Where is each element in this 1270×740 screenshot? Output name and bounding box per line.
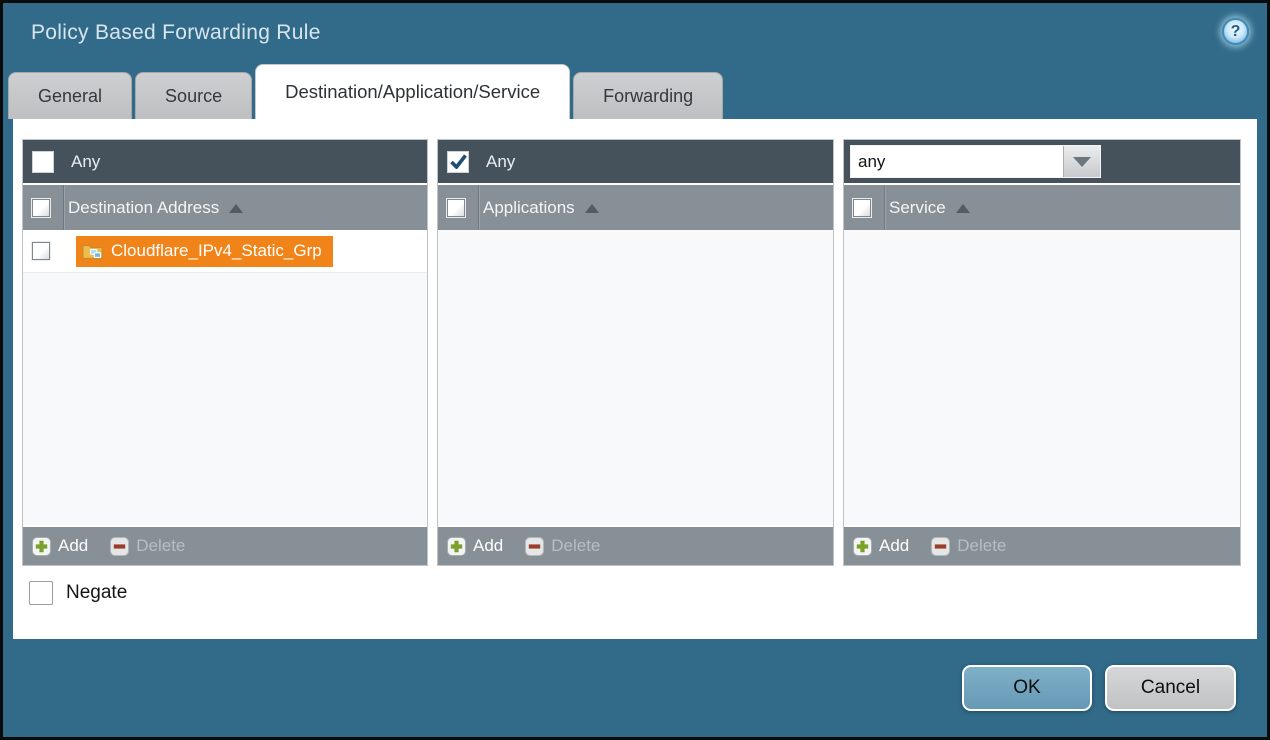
applications-any-checkbox[interactable] [447, 151, 469, 173]
destination-select-all-checkbox[interactable] [32, 199, 50, 217]
destination-address-column: Any Destination Address [22, 139, 428, 566]
screen: Policy Based Forwarding Rule ? General S… [0, 0, 1270, 740]
minus-icon [525, 537, 544, 556]
destination-add-button[interactable]: Add [32, 536, 88, 556]
minus-icon [931, 537, 950, 556]
dialog-title: Policy Based Forwarding Rule [31, 21, 321, 45]
service-column: Service Add [843, 139, 1241, 566]
applications-header-label: Applications [483, 198, 575, 218]
tab-source[interactable]: Source [135, 72, 252, 119]
add-label: Add [58, 536, 88, 556]
cancel-button[interactable]: Cancel [1105, 665, 1236, 711]
delete-label: Delete [957, 536, 1006, 556]
applications-column: Any Applications [437, 139, 834, 566]
tab-bar: General Source Destination/Application/S… [3, 63, 1267, 119]
service-column-header[interactable]: Service [844, 185, 1240, 230]
service-header-label: Service [889, 198, 946, 218]
chevron-down-icon [1073, 157, 1091, 167]
destination-row[interactable]: Cloudflare_IPv4_Static_Grp [23, 230, 427, 273]
plus-icon [853, 537, 872, 556]
selected-address-label: Cloudflare_IPv4_Static_Grp [111, 241, 322, 261]
address-group-icon [82, 243, 103, 260]
service-dropdown-button[interactable] [1063, 146, 1100, 177]
plus-icon [32, 537, 51, 556]
help-icon[interactable]: ? [1222, 18, 1249, 45]
tab-content-panel: Any Destination Address [13, 119, 1257, 639]
header-divider [884, 185, 885, 230]
applications-any-label: Any [486, 152, 515, 172]
destination-any-label: Any [71, 152, 100, 172]
destination-column-header[interactable]: Destination Address [23, 185, 427, 230]
checkmark-icon [450, 154, 467, 169]
tab-destination-application-service[interactable]: Destination/Application/Service [255, 64, 570, 119]
pbf-rule-dialog: Policy Based Forwarding Rule ? General S… [3, 3, 1267, 737]
applications-add-button[interactable]: Add [447, 536, 503, 556]
sort-ascending-icon [585, 204, 599, 213]
header-divider [478, 185, 479, 230]
applications-list [438, 230, 833, 525]
destination-any-checkbox[interactable] [32, 151, 54, 173]
negate-option: Negate [29, 581, 127, 605]
minus-icon [110, 537, 129, 556]
destination-header-label: Destination Address [68, 198, 219, 218]
destination-delete-button[interactable]: Delete [110, 536, 185, 556]
applications-footer-bar: Add Delete [438, 525, 833, 565]
destination-row-checkbox[interactable] [32, 242, 50, 260]
dialog-footer: OK Cancel [3, 639, 1267, 737]
service-delete-button[interactable]: Delete [931, 536, 1006, 556]
destination-any-bar: Any [23, 140, 427, 185]
applications-column-header[interactable]: Applications [438, 185, 833, 230]
service-select-all-checkbox[interactable] [853, 199, 871, 217]
tab-general[interactable]: General [8, 72, 132, 119]
question-mark-glyph: ? [1231, 24, 1241, 40]
destination-list: Cloudflare_IPv4_Static_Grp [23, 230, 427, 525]
service-dropdown [850, 145, 1101, 178]
applications-any-bar: Any [438, 140, 833, 185]
add-label: Add [879, 536, 909, 556]
negate-label: Negate [66, 582, 127, 604]
ok-button[interactable]: OK [962, 665, 1092, 711]
applications-select-all-checkbox[interactable] [447, 199, 465, 217]
dialog-titlebar: Policy Based Forwarding Rule ? [3, 3, 1267, 63]
sort-ascending-icon [229, 204, 243, 213]
plus-icon [447, 537, 466, 556]
sort-ascending-icon [956, 204, 970, 213]
delete-label: Delete [136, 536, 185, 556]
applications-delete-button[interactable]: Delete [525, 536, 600, 556]
delete-label: Delete [551, 536, 600, 556]
selected-address-item[interactable]: Cloudflare_IPv4_Static_Grp [76, 236, 333, 267]
service-add-button[interactable]: Add [853, 536, 909, 556]
destination-footer-bar: Add Delete [23, 525, 427, 565]
add-label: Add [473, 536, 503, 556]
header-divider [63, 185, 64, 230]
service-dropdown-bar [844, 140, 1240, 185]
service-dropdown-input[interactable] [851, 146, 1063, 177]
service-footer-bar: Add Delete [844, 525, 1240, 565]
tab-forwarding[interactable]: Forwarding [573, 72, 723, 119]
service-list [844, 230, 1240, 525]
negate-checkbox[interactable] [29, 581, 53, 605]
selector-columns: Any Destination Address [22, 139, 1241, 566]
